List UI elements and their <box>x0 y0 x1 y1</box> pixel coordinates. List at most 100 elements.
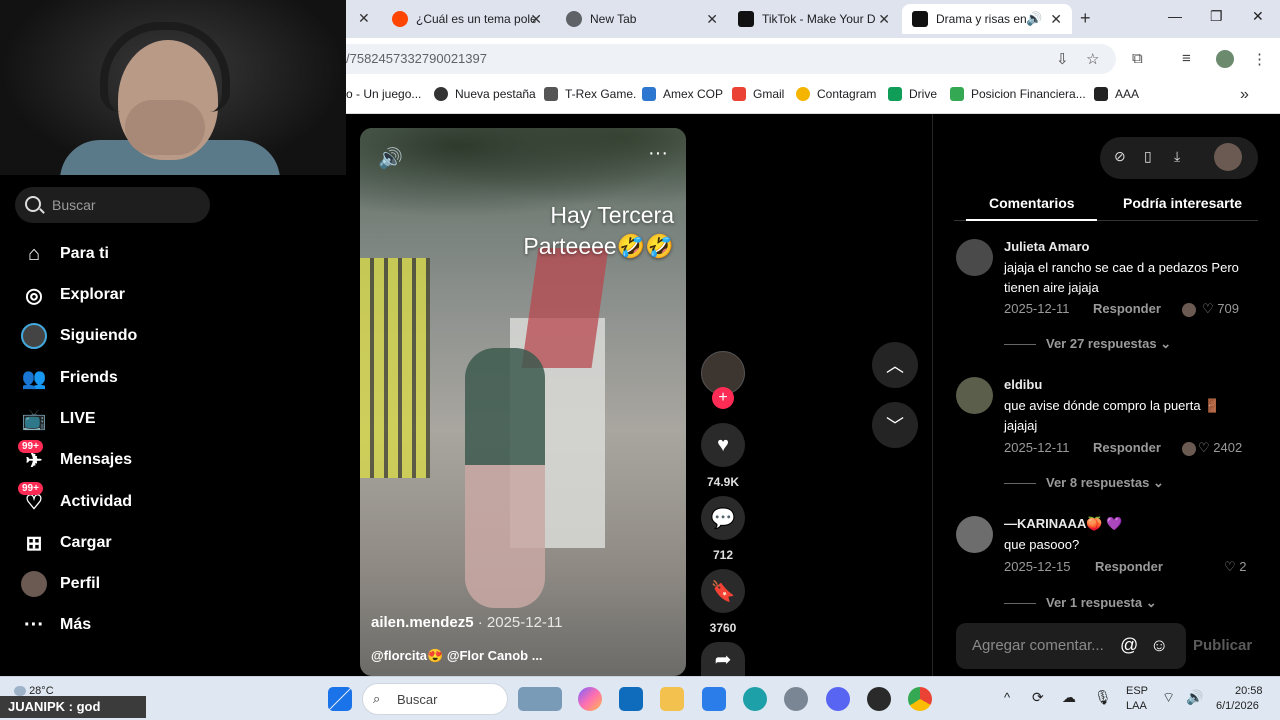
heart-icon[interactable]: ♥ <box>701 423 745 467</box>
extensions-icon[interactable]: ⧉ <box>1132 50 1143 67</box>
microphone-icon[interactable]: 🎙 <box>1094 689 1112 706</box>
chrome-menu-icon[interactable]: ⋮ <box>1252 50 1267 68</box>
volume-icon[interactable]: 🔊 <box>1186 689 1203 706</box>
comment-author[interactable]: eldibu <box>1004 377 1042 392</box>
author-username[interactable]: ailen.mendez5 <box>371 614 474 631</box>
close-window-icon[interactable]: ✕ <box>1252 8 1264 25</box>
avatar[interactable] <box>956 516 993 553</box>
bookmark-item[interactable]: Contagram <box>796 87 876 101</box>
more-bookmarks-icon[interactable]: » <box>1240 86 1249 104</box>
emoji-icon[interactable]: ☺ <box>1150 635 1168 656</box>
keyboard-layout[interactable]: LAA <box>1126 700 1147 712</box>
url-field[interactable]: /7582457332790021397 <box>346 44 1116 74</box>
like-button[interactable]: ♥ 74.9K <box>700 423 746 489</box>
comment-button[interactable]: 💬 712 <box>700 496 746 562</box>
tab-comentarios[interactable]: Comentarios <box>989 195 1075 211</box>
chevron-up-icon[interactable]: ^ <box>1004 690 1010 705</box>
sidebar-item-friends[interactable]: 👥 Friends <box>20 363 118 393</box>
wifi-icon[interactable]: ⌔ <box>1162 689 1175 707</box>
copilot-icon[interactable] <box>578 687 602 711</box>
media-control-icon[interactable]: ≡ <box>1182 50 1191 67</box>
view-replies-button[interactable]: Ver 8 respuestas ⌄ <box>1004 475 1164 491</box>
previous-video-button[interactable]: ︿ <box>872 342 918 388</box>
video-author[interactable]: ailen.mendez5 · 2025-12-11 <box>371 614 563 631</box>
chrome-icon[interactable] <box>908 687 932 711</box>
bookmark-item[interactable]: Posicion Financiera... <box>950 87 1086 101</box>
video-tags[interactable]: @florcita😍 @Flor Canob ... <box>371 648 543 664</box>
install-app-icon[interactable]: ⇩ <box>1056 50 1069 68</box>
comment-like-button[interactable]: ♡ 2 <box>1224 559 1247 575</box>
share-icon[interactable]: ➦ <box>701 642 745 676</box>
clock-date[interactable]: 6/1/2026 <box>1216 700 1259 712</box>
tab-active-tiktok[interactable]: Drama y risas en 🔊 ✕ <box>902 4 1072 34</box>
bookmark-item[interactable]: o - Un juego... <box>346 87 421 101</box>
sidebar-item-para-ti[interactable]: ⌂ Para ti <box>20 239 109 269</box>
sidebar-item-mas[interactable]: ··· Más <box>20 610 91 640</box>
tab-close-icon[interactable]: ✕ <box>530 11 542 28</box>
bookmark-icon[interactable]: 🔖 <box>701 569 745 613</box>
save-button[interactable]: 🔖 3760 <box>700 569 746 635</box>
reply-button[interactable]: Responder <box>1093 440 1161 455</box>
bookmark-item[interactable]: T-Rex Game. <box>544 87 636 101</box>
autoscroll-icon[interactable]: ⊘ <box>1114 148 1126 165</box>
tab-close-icon[interactable]: ✕ <box>1050 11 1062 28</box>
tab-podria-interesarte[interactable]: Podría interesarte <box>1123 195 1242 211</box>
taskbar-search[interactable]: ⌕ Buscar <box>362 683 508 715</box>
discord-icon[interactable] <box>826 687 850 711</box>
follow-plus-icon[interactable]: + <box>712 387 734 409</box>
tab-new-tab[interactable]: New Tab ✕ <box>556 4 728 34</box>
profile-avatar-icon[interactable] <box>1216 50 1234 68</box>
view-replies-button[interactable]: Ver 27 respuestas ⌄ <box>1004 336 1171 352</box>
speaker-icon[interactable]: 🔊 <box>1026 11 1042 27</box>
comment-icon[interactable]: 💬 <box>701 496 745 540</box>
language-indicator[interactable]: ESP <box>1126 685 1148 697</box>
sync-icon[interactable]: ⟳ <box>1032 689 1044 706</box>
comment-like-button[interactable]: ♡ 2402 <box>1182 440 1242 456</box>
avatar[interactable] <box>956 377 993 414</box>
more-options-icon[interactable]: ··· <box>648 142 668 165</box>
search-input[interactable]: Buscar <box>15 187 210 223</box>
share-button[interactable]: ➦ <box>700 642 746 676</box>
sidebar-item-mensajes[interactable]: ✈ 99+ Mensajes <box>18 440 132 475</box>
bookmark-item[interactable]: AAA <box>1094 87 1139 101</box>
tab-reddit[interactable]: ¿Cuál es un tema pole ✕ <box>382 4 552 34</box>
comment-author[interactable]: —KARINAAA🍑 💜 <box>1004 516 1122 532</box>
tab-close-icon[interactable]: ✕ <box>878 11 890 28</box>
clock-time[interactable]: 20:58 <box>1235 685 1263 697</box>
sidebar-item-siguiendo[interactable]: Siguiendo <box>20 321 137 351</box>
profile-avatar-icon[interactable] <box>1214 143 1242 171</box>
mention-icon[interactable]: @ <box>1120 635 1138 656</box>
tab-close-icon[interactable]: ✕ <box>706 11 718 28</box>
store-icon[interactable] <box>702 687 726 711</box>
minimize-icon[interactable]: — <box>1168 8 1182 24</box>
publish-button[interactable]: Publicar <box>1193 637 1252 654</box>
next-video-button[interactable]: ﹀ <box>872 402 918 448</box>
windows-start-icon[interactable] <box>328 687 352 711</box>
video-player[interactable]: 🔊 ··· Hay Tercera Parteeee🤣🤣 ailen.mende… <box>360 128 686 676</box>
settings-gear-icon[interactable] <box>784 687 808 711</box>
volume-icon[interactable]: 🔊 <box>378 146 403 171</box>
obs-icon[interactable] <box>867 687 891 711</box>
download-icon[interactable]: ⤓ <box>1174 148 1180 165</box>
add-comment-input[interactable]: Agregar comentar... @ ☺ <box>956 623 1186 669</box>
reply-button[interactable]: Responder <box>1093 301 1161 316</box>
tab-close-icon[interactable]: ✕ <box>358 10 370 27</box>
avatar[interactable] <box>956 239 993 276</box>
cloud-icon[interactable]: ☁ <box>1062 689 1076 706</box>
maximize-icon[interactable]: ❐ <box>1210 8 1223 25</box>
sidebar-item-actividad[interactable]: ♡ 99+ Actividad <box>18 482 132 517</box>
star-bookmark-icon[interactable]: ☆ <box>1086 50 1099 68</box>
comment-author[interactable]: Julieta Amaro <box>1004 239 1090 254</box>
new-tab-icon[interactable]: + <box>1080 8 1091 29</box>
creator-avatar[interactable]: + <box>700 351 746 409</box>
sidebar-item-perfil[interactable]: Perfil <box>20 569 100 599</box>
bookmark-item[interactable]: Drive <box>888 87 937 101</box>
bookmark-item[interactable]: Gmail <box>732 87 784 101</box>
sidebar-item-explorar[interactable]: ◎ Explorar <box>20 280 125 310</box>
device-icon[interactable]: ▯ <box>1144 148 1152 165</box>
reply-button[interactable]: Responder <box>1095 559 1163 574</box>
bookmark-item[interactable]: Nueva pestaña <box>434 87 536 101</box>
view-replies-button[interactable]: Ver 1 respuesta ⌄ <box>1004 595 1157 609</box>
sidebar-item-cargar[interactable]: ⊞ Cargar <box>20 528 112 558</box>
comment-like-button[interactable]: ♡ 709 <box>1182 301 1239 317</box>
